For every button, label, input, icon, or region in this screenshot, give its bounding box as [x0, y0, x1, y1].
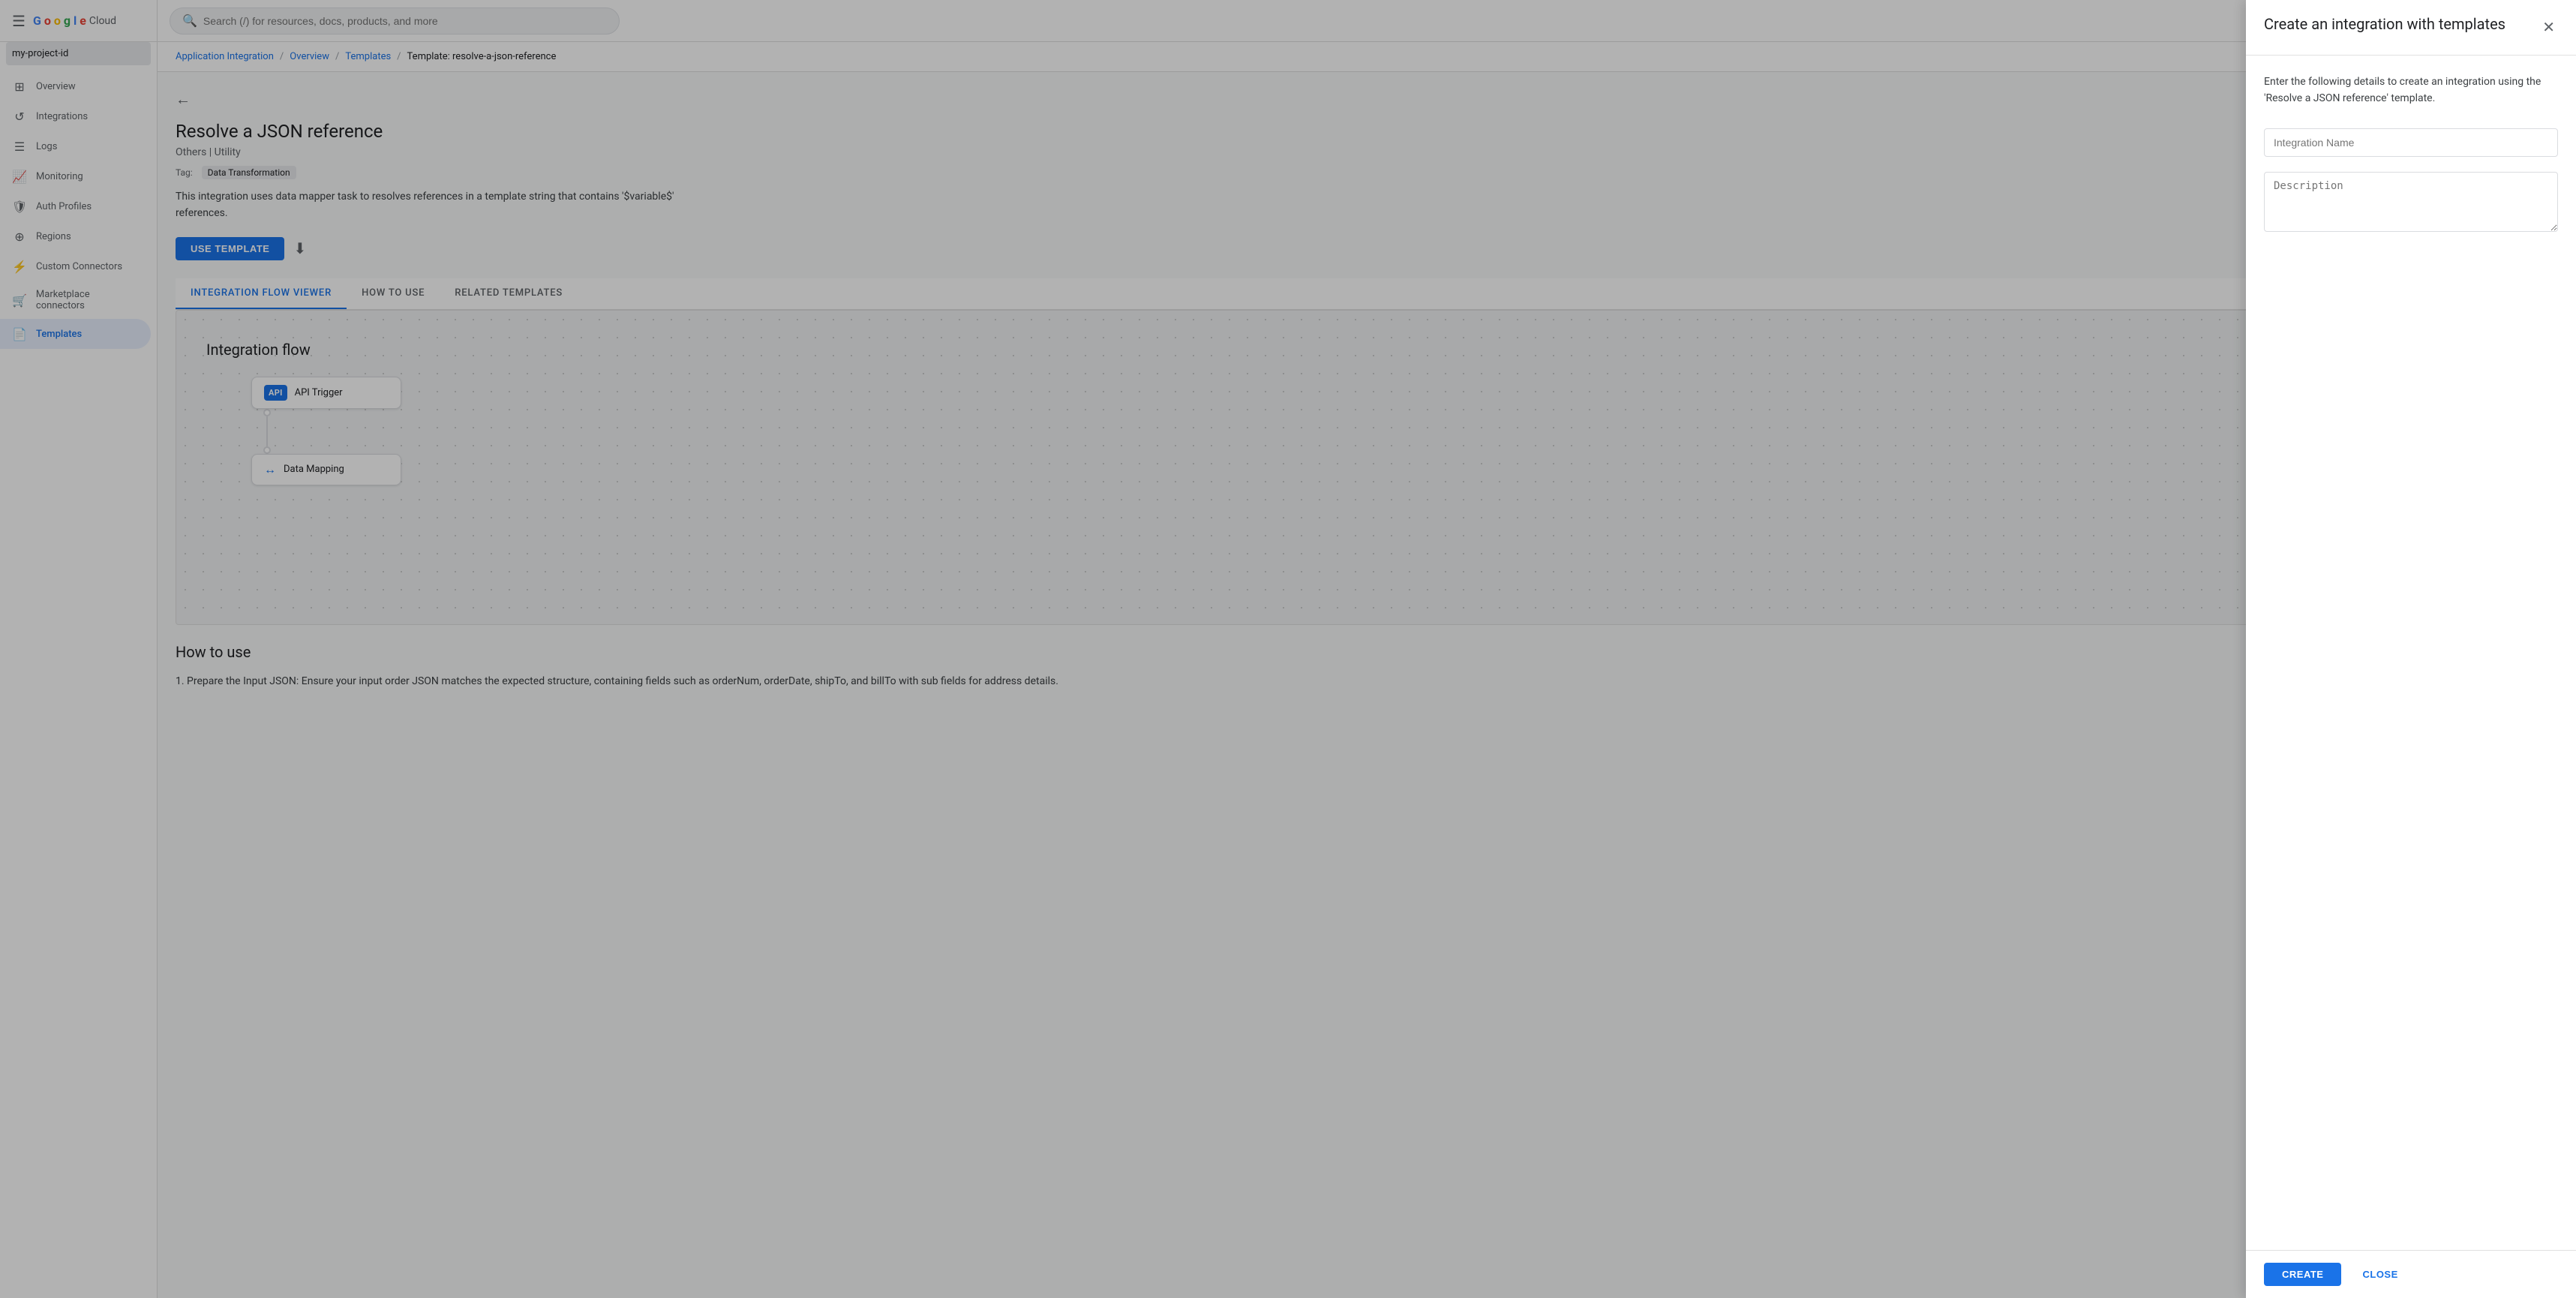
description-field	[2264, 172, 2558, 235]
panel-body: Enter the following details to create an…	[2246, 56, 2576, 1250]
panel-description: Enter the following details to create an…	[2264, 74, 2558, 107]
panel-title: Create an integration with templates	[2264, 15, 2505, 33]
panel-close-button[interactable]: ✕	[2539, 15, 2558, 40]
integration-name-input[interactable]	[2264, 128, 2558, 157]
create-button[interactable]: CREATE	[2264, 1263, 2341, 1286]
description-textarea[interactable]	[2264, 172, 2558, 232]
integration-name-field	[2264, 128, 2558, 157]
panel-actions: CREATE CLOSE	[2246, 1250, 2576, 1298]
create-integration-panel: Create an integration with templates ✕ E…	[2246, 0, 2576, 1298]
overlay-backdrop[interactable]	[0, 0, 2576, 1298]
panel-header: Create an integration with templates ✕	[2246, 0, 2576, 56]
close-button[interactable]: CLOSE	[2350, 1263, 2409, 1286]
